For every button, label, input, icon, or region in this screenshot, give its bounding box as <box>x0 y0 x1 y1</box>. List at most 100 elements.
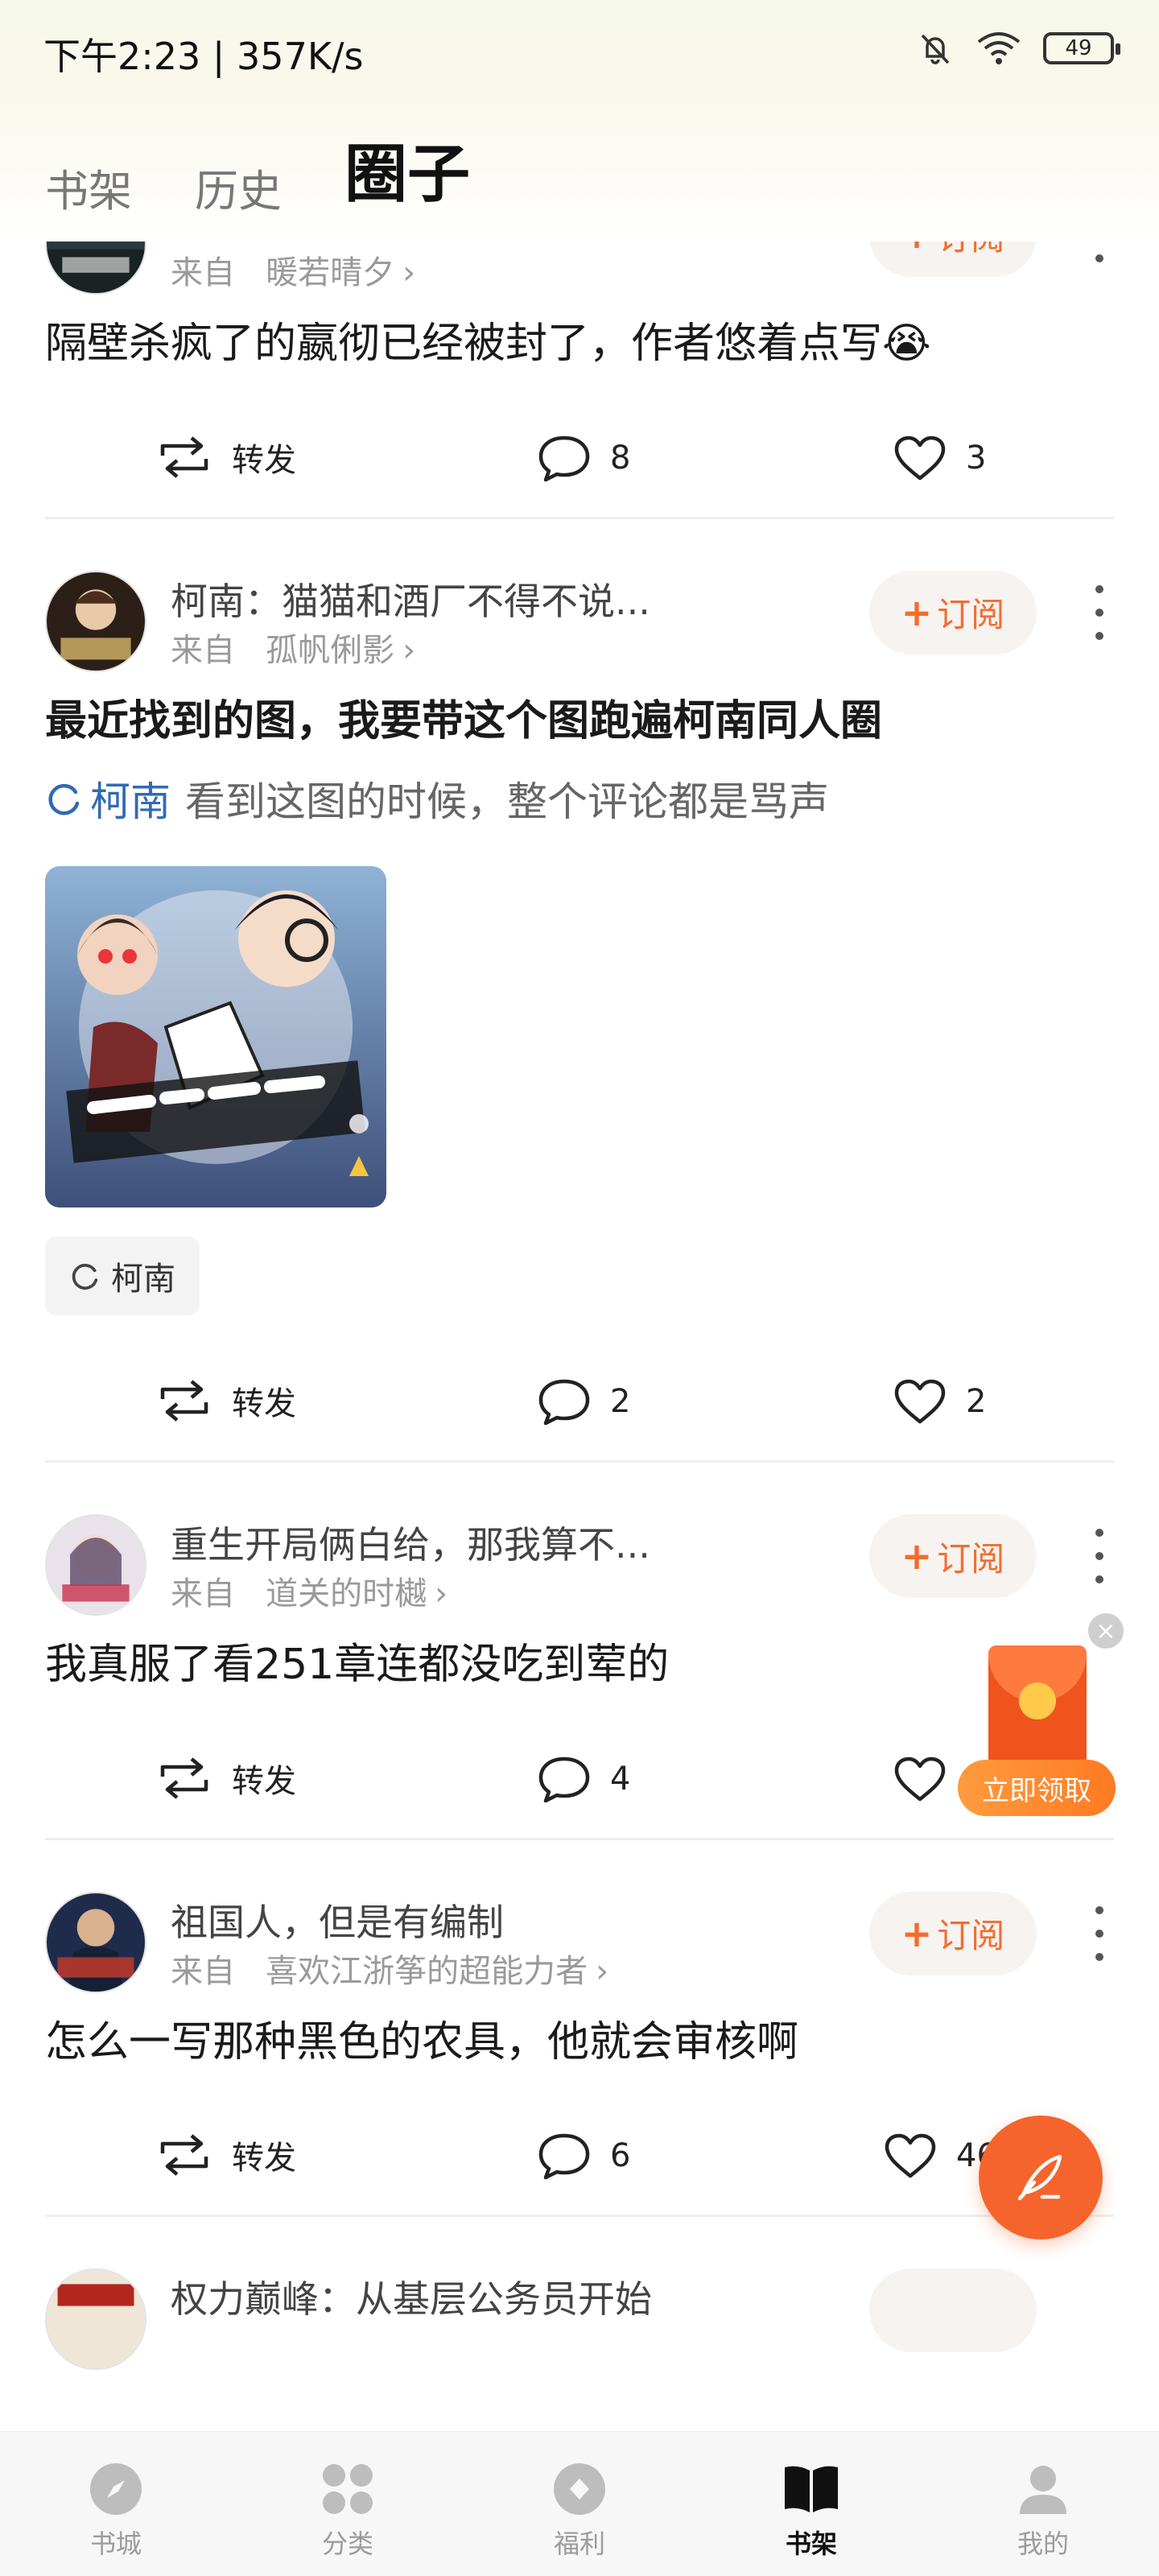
from-line[interactable]: 来自 道关的时樾 › <box>171 1567 448 1614</box>
repost-button[interactable]: 转发 <box>155 1754 296 1802</box>
from-prefix: 来自 <box>171 631 235 669</box>
subscribe-label: 订阅 <box>937 1538 1005 1579</box>
book-cover-image <box>47 1893 145 1992</box>
from-user: 暖若晴夕 <box>266 254 395 291</box>
tab-bookshelf[interactable]: 书架 <box>45 155 132 225</box>
post-divider <box>45 516 1114 519</box>
claim-now-button[interactable]: 立即领取 <box>958 1760 1116 1816</box>
more-options-icon[interactable] <box>1090 579 1109 646</box>
nav-category[interactable]: 分类 <box>232 2432 464 2576</box>
repost-button[interactable]: 转发 <box>155 2131 296 2179</box>
tab-circle[interactable]: 圈子 <box>344 124 470 225</box>
more-options-icon[interactable] <box>1090 1900 1109 1967</box>
from-prefix: 来自 <box>171 1952 235 1990</box>
comment-button[interactable]: 6 <box>536 2131 630 2181</box>
comment-button[interactable]: 8 <box>536 433 630 483</box>
comment-icon <box>538 436 590 481</box>
comment-button[interactable]: 4 <box>536 1754 630 1804</box>
comment-button[interactable]: 2 <box>536 1377 630 1426</box>
post-text[interactable]: 最近找到的图，我要带这个图跑遍柯南同人圈 <box>45 695 1114 749</box>
subscribe-label: 订阅 <box>937 595 1005 635</box>
mute-bell-icon <box>921 34 950 64</box>
subscribe-button[interactable]: + 订阅 <box>869 1891 1037 1975</box>
tab-history[interactable]: 历史 <box>195 155 282 225</box>
post-image[interactable] <box>45 866 386 1208</box>
book-cover-avatar[interactable] <box>45 570 146 672</box>
nav-bookshelf[interactable]: 书架 <box>695 2432 927 2576</box>
more-options-icon[interactable] <box>1090 242 1109 269</box>
repost-label: 转发 <box>232 1385 296 1423</box>
subscribe-button[interactable]: + 订阅 <box>869 242 1037 277</box>
repost-icon <box>160 2134 208 2177</box>
heart-icon <box>894 436 946 480</box>
comment-count: 8 <box>610 439 631 477</box>
book-cover-image <box>47 1516 145 1615</box>
chevron-right-icon: › <box>402 631 416 669</box>
repost-icon <box>160 1380 208 1422</box>
repost-button[interactable]: 转发 <box>155 1377 296 1425</box>
from-line[interactable]: 来自 孤帆俐影 › <box>171 624 415 671</box>
plus-icon: + <box>901 590 933 634</box>
post-text[interactable]: 我真服了看251章连都没吃到荤的 <box>45 1638 1114 1693</box>
red-packet-widget[interactable]: × 立即领取 <box>955 1613 1124 1823</box>
post-actions: 转发 4 1 <box>45 1725 1114 1838</box>
user-icon <box>1020 2466 1066 2514</box>
book-cover-avatar[interactable] <box>45 2268 146 2371</box>
book-title[interactable]: 柯南：猫猫和酒厂不得不说... <box>171 572 650 625</box>
book-title[interactable]: 权力巅峰：从基层公务员开始 <box>171 2270 652 2323</box>
from-line[interactable]: 来自 暖若晴夕 › <box>171 246 415 293</box>
like-count: 3 <box>966 439 987 477</box>
heart-icon <box>894 1379 946 1424</box>
book-cover-avatar[interactable] <box>45 1514 146 1616</box>
close-icon[interactable]: × <box>1088 1613 1124 1649</box>
plus-icon: + <box>901 1911 933 1955</box>
status-time: 下午2:23 | 357K/s <box>43 35 364 78</box>
post-actions: 转发 6 46 <box>45 2102 1114 2215</box>
wifi-icon <box>977 32 1021 64</box>
comment-count: 2 <box>610 1383 631 1421</box>
more-options-icon[interactable] <box>1090 1522 1109 1590</box>
top-tabs: 书架 历史 圈子 <box>45 137 470 225</box>
post-divider <box>45 2215 1114 2218</box>
subscribe-button[interactable]: + 订阅 <box>869 570 1037 654</box>
chevron-right-icon: › <box>435 1575 448 1613</box>
post-text[interactable]: 隔壁杀疯了的嬴彻已经被封了，作者悠着点写😭 <box>45 317 1114 372</box>
post-feed[interactable]: 大秦：自曝穿越，王打一个坦诚 来自 暖若晴夕› + 订阅 隔壁杀疯了的嬴彻已经被… <box>0 242 1159 2431</box>
book-title[interactable]: 祖国人，但是有编制 <box>171 1893 504 1946</box>
grid-icon <box>323 2464 373 2514</box>
nav-welfare[interactable]: 福利 <box>464 2432 695 2576</box>
topic-line: 柯南 看到这图的时候，整个评论都是骂声 <box>45 770 1114 828</box>
compose-button[interactable] <box>979 2116 1103 2240</box>
post-actions: 转发 2 2 <box>45 1348 1114 1460</box>
subscribe-button[interactable]: + 订阅 <box>869 1514 1037 1599</box>
book-cover-avatar[interactable] <box>45 242 146 295</box>
book-cover-image <box>47 2270 145 2369</box>
repost-label: 转发 <box>232 2140 296 2178</box>
book-title[interactable]: 重生开局俩白给，那我算不... <box>171 1516 650 1569</box>
comment-icon <box>538 1379 590 1426</box>
comment-icon <box>538 1757 590 1803</box>
subscribe-label: 订阅 <box>937 242 1004 260</box>
topic-link-label: 柯南 <box>90 778 171 826</box>
from-line[interactable]: 来自 喜欢江浙筝的超能力者 › <box>171 1945 608 1992</box>
nav-bookstore[interactable]: 书城 <box>0 2432 232 2576</box>
repost-icon <box>160 1757 208 1799</box>
repost-icon <box>160 436 208 478</box>
book-cover-image <box>47 572 145 671</box>
topic-chip[interactable]: 柯南 <box>45 1236 200 1316</box>
subscribe-button[interactable] <box>869 2268 1037 2353</box>
repost-button[interactable]: 转发 <box>155 433 296 481</box>
post-text[interactable]: 怎么一写那种黑色的农具，他就会审核啊 <box>45 2016 1114 2070</box>
feather-pen-icon <box>1017 2154 1062 2201</box>
like-button[interactable]: 3 <box>892 433 986 483</box>
like-button[interactable]: 2 <box>892 1377 986 1426</box>
topic-link[interactable]: 柯南 <box>45 770 171 828</box>
topic-loop-icon <box>72 1264 98 1290</box>
post-header: 祖国人，但是有编制 来自 喜欢江浙筝的超能力者 › + 订阅 <box>45 1891 1114 1996</box>
nav-label: 书架 <box>785 2529 837 2559</box>
subscribe-label: 订阅 <box>937 1916 1005 1956</box>
book-icon <box>785 2466 838 2512</box>
nav-mine[interactable]: 我的 <box>927 2432 1159 2576</box>
post-divider <box>45 1837 1114 1840</box>
book-cover-avatar[interactable] <box>45 1891 146 1993</box>
